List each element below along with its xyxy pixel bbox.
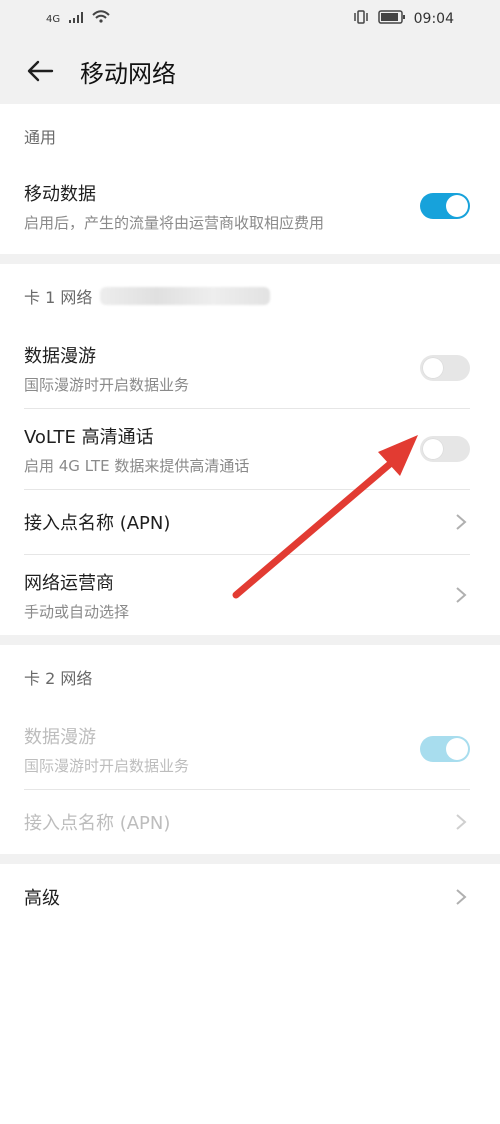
spacer bbox=[0, 244, 500, 254]
chevron-right-icon bbox=[452, 813, 470, 831]
back-arrow-icon bbox=[27, 60, 54, 82]
chevron-right-icon bbox=[452, 513, 470, 531]
section-gap bbox=[0, 854, 500, 864]
status-bar: 4G 09:04 bbox=[0, 0, 500, 38]
signal-icon bbox=[68, 10, 84, 28]
battery-icon bbox=[377, 10, 406, 28]
sim2-roaming-title: 数据漫游 bbox=[24, 726, 96, 748]
operator-subtitle: 手动或自动选择 bbox=[24, 602, 130, 621]
sim1-section: 卡 1 网络 数据漫游 国际漫游时开启数据业务 VoLTE 高清通话 启用 4G… bbox=[0, 264, 500, 635]
section-header-sim1: 卡 1 网络 bbox=[0, 264, 500, 328]
mobile-data-text: 移动数据 启用后，产生的流量将由运营商收取相应费用 bbox=[24, 180, 324, 233]
sim2-apn-title: 接入点名称 (APN) bbox=[24, 813, 171, 834]
operator-row[interactable]: 网络运营商 手动或自动选择 bbox=[0, 555, 500, 635]
sim1-roaming-subtitle: 国际漫游时开启数据业务 bbox=[24, 375, 190, 394]
chevron-right-icon bbox=[452, 586, 470, 604]
operator-title: 网络运营商 bbox=[24, 572, 114, 594]
sim1-roaming-row[interactable]: 数据漫游 国际漫游时开启数据业务 bbox=[0, 328, 500, 408]
section-header-general: 通用 bbox=[24, 128, 57, 147]
sim1-apn-row[interactable]: 接入点名称 (APN) bbox=[0, 490, 500, 554]
operator-text: 网络运营商 手动或自动选择 bbox=[24, 569, 129, 622]
toggle-knob bbox=[446, 738, 468, 760]
volte-text: VoLTE 高清通话 启用 4G LTE 数据来提供高清通话 bbox=[24, 423, 249, 476]
sim1-roaming-title: 数据漫游 bbox=[24, 345, 96, 367]
advanced-row[interactable]: 高级 bbox=[0, 864, 500, 930]
sim2-section: 卡 2 网络 数据漫游 国际漫游时开启数据业务 接入点名称 (APN) bbox=[0, 645, 500, 854]
mobile-data-title: 移动数据 bbox=[24, 183, 96, 205]
redacted-operator bbox=[100, 287, 271, 305]
toggle-knob bbox=[446, 195, 468, 217]
volte-title: VoLTE 高清通话 bbox=[24, 426, 154, 448]
sim2-apn-row: 接入点名称 (APN) bbox=[0, 790, 500, 854]
sim2-roaming-subtitle: 国际漫游时开启数据业务 bbox=[24, 756, 190, 775]
sim2-roaming-text: 数据漫游 国际漫游时开启数据业务 bbox=[24, 723, 189, 776]
section-gap bbox=[0, 635, 500, 645]
mobile-data-subtitle: 启用后，产生的流量将由运营商收取相应费用 bbox=[24, 213, 325, 232]
status-left: 4G bbox=[46, 10, 110, 28]
section-header-sim2: 卡 2 网络 bbox=[24, 669, 93, 688]
section-gap bbox=[0, 254, 500, 264]
back-button[interactable] bbox=[24, 55, 56, 87]
vibrate-icon bbox=[352, 9, 370, 29]
status-right: 09:04 bbox=[352, 9, 454, 29]
mobile-data-toggle[interactable] bbox=[420, 193, 470, 219]
network-type: 4G bbox=[46, 13, 61, 25]
status-time: 09:04 bbox=[413, 11, 454, 27]
sim1-roaming-toggle[interactable] bbox=[420, 355, 470, 381]
app-bar: 移动网络 bbox=[0, 38, 500, 104]
wifi-icon bbox=[92, 10, 110, 28]
volte-row[interactable]: VoLTE 高清通话 启用 4G LTE 数据来提供高清通话 bbox=[0, 409, 500, 489]
volte-subtitle: 启用 4G LTE 数据来提供高清通话 bbox=[24, 456, 250, 475]
advanced-section: 高级 bbox=[0, 864, 500, 1124]
mobile-data-row[interactable]: 移动数据 启用后，产生的流量将由运营商收取相应费用 bbox=[0, 168, 500, 244]
toggle-knob bbox=[422, 357, 444, 379]
general-section: 通用 移动数据 启用后，产生的流量将由运营商收取相应费用 bbox=[0, 104, 500, 254]
advanced-title: 高级 bbox=[24, 888, 60, 909]
chevron-right-icon bbox=[452, 888, 470, 906]
volte-toggle[interactable] bbox=[420, 436, 470, 462]
sim1-roaming-text: 数据漫游 国际漫游时开启数据业务 bbox=[24, 342, 189, 395]
sim2-roaming-row: 数据漫游 国际漫游时开启数据业务 bbox=[0, 709, 500, 789]
sim1-apn-title: 接入点名称 (APN) bbox=[24, 513, 171, 534]
page-title: 移动网络 bbox=[80, 59, 176, 88]
sim2-roaming-toggle bbox=[420, 736, 470, 762]
toggle-knob bbox=[422, 438, 444, 460]
sim1-header-label: 卡 1 网络 bbox=[24, 288, 93, 307]
